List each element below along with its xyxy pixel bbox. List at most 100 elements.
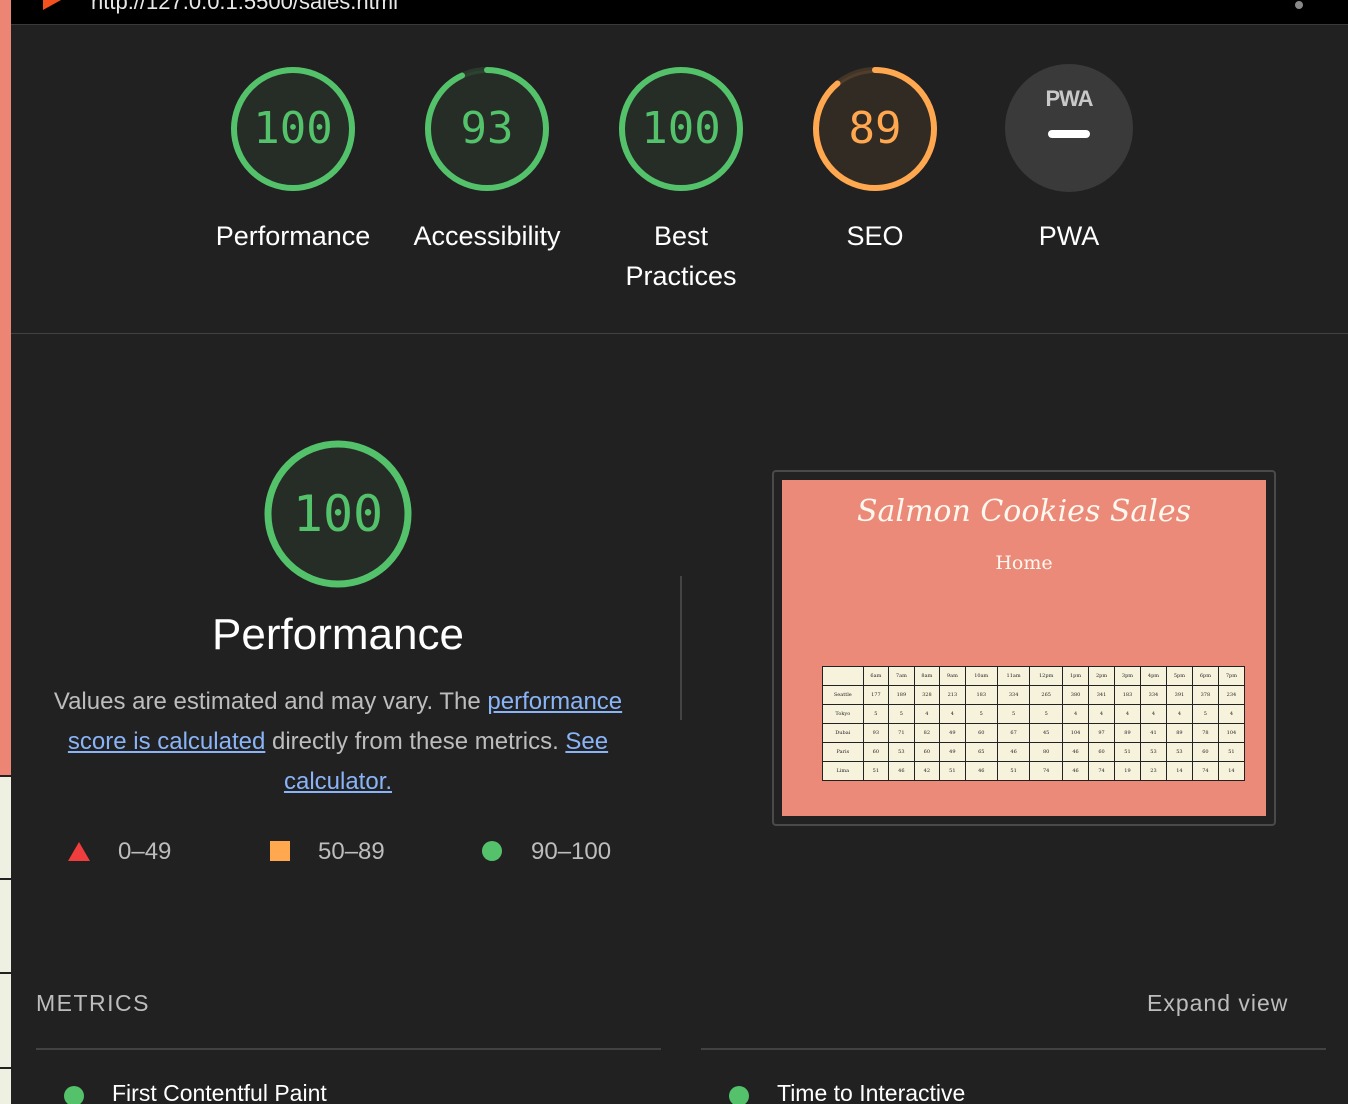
gauge-label: Best Practices	[625, 221, 737, 291]
table-cell: 82	[913, 723, 941, 743]
table-cell: 104	[1062, 723, 1090, 743]
gauge-label: PWA	[1038, 221, 1100, 251]
table-city-cell: Paris	[822, 742, 864, 762]
table-cell: 60	[1191, 742, 1219, 762]
pwa-badge-text: PWA	[1045, 86, 1093, 111]
table-cell: 42	[913, 761, 941, 781]
table-cell: 5	[964, 704, 998, 724]
performance-gauge: 100	[260, 436, 416, 592]
circle-icon	[482, 841, 502, 861]
table-cell: 60	[1088, 742, 1115, 762]
table-cell: 4	[913, 704, 941, 724]
table-cell: 177	[862, 685, 890, 705]
table-cell: 4	[1114, 704, 1141, 724]
table-city-cell: Dubai	[822, 723, 864, 743]
gauge-accessibility[interactable]: 93 Accessibility	[397, 64, 577, 256]
table-cell: 5	[888, 704, 915, 724]
table-cell: 74	[1191, 761, 1219, 781]
table-cell: 78	[1191, 723, 1219, 743]
table-cell: 60	[913, 742, 941, 762]
table-hour-header: 6am	[862, 666, 890, 686]
report-url[interactable]: http://127.0.0.1:5500/sales.html	[91, 0, 398, 15]
underlying-page-rule	[0, 1067, 11, 1069]
category-gauges: 100 Performance 93 Accessibility 100 Bes…	[11, 26, 1348, 334]
table-hour-header: 6pm	[1191, 666, 1219, 686]
gauge-seo[interactable]: 89 SEO	[785, 64, 965, 256]
table-cell: 104	[1217, 723, 1246, 743]
table-cell: 4	[1165, 704, 1193, 724]
table-cell: 53	[888, 742, 915, 762]
pass-circle-icon	[64, 1086, 84, 1104]
table-cell: 46	[996, 742, 1031, 762]
table-cell: 4	[1217, 704, 1246, 724]
screenshot-sales-table: 6am 7am 8am 9am 10am 11am 12pm 1pm 2pm 3pm 4pm 5pm 6…	[822, 666, 1246, 781]
gauge-score: 100	[253, 103, 333, 154]
table-hour-header: 4pm	[1139, 666, 1167, 686]
lighthouse-logo-icon	[43, 0, 61, 10]
gauge-performance[interactable]: 100 Performance	[203, 64, 383, 256]
table-hour-header: 7am	[888, 666, 915, 686]
table-cell: 53	[1139, 742, 1167, 762]
gauge-score: 100	[641, 103, 721, 154]
table-cell: 265	[1029, 685, 1064, 705]
screenshot-title: Salmon Cookies Sales	[856, 494, 1192, 529]
dash-icon	[1048, 130, 1090, 138]
performance-description: Values are estimated and may vary. The p…	[50, 682, 626, 802]
table-cell: 5	[1029, 704, 1064, 724]
table-cell: 183	[1114, 685, 1141, 705]
legend-range: 0–49	[118, 838, 172, 865]
table-hour-header: 8am	[913, 666, 941, 686]
table-cell: 51	[939, 761, 966, 781]
gauge-best-practices[interactable]: 100 Best Practices	[591, 64, 771, 296]
more-options-icon[interactable]	[1295, 1, 1303, 9]
table-cell: 183	[964, 685, 998, 705]
table-city-cell: Tokyo	[822, 704, 864, 724]
table-cell: 5	[996, 704, 1031, 724]
table-cell: 189	[888, 685, 915, 705]
table-city-cell: Lima	[822, 761, 864, 781]
underlying-page-salmon	[0, 0, 11, 775]
triangle-icon	[68, 842, 90, 861]
table-cell: 74	[1088, 761, 1115, 781]
table-cell: 41	[1139, 723, 1167, 743]
legend-range: 50–89	[318, 838, 385, 865]
table-cell: 4	[1088, 704, 1115, 724]
expand-view-toggle[interactable]: Expand view	[1147, 990, 1288, 1017]
gauge-label: Performance	[215, 221, 371, 251]
table-hour-header: 3pm	[1114, 666, 1141, 686]
table-hour-header: 1pm	[1062, 666, 1090, 686]
table-cell: 213	[939, 685, 966, 705]
final-screenshot[interactable]: Salmon Cookies Sales Home 6am 7am 8am 9am 10…	[772, 470, 1276, 826]
underlying-page-rule	[0, 775, 11, 777]
table-cell: 74	[1029, 761, 1064, 781]
table-row: Paris 60 53 60 49 65 46 80 46 60 51 53 53 60 51	[822, 742, 1246, 762]
square-icon	[270, 841, 290, 861]
metric-name: Time to Interactive	[777, 1080, 966, 1104]
table-hour-header: 12pm	[1029, 666, 1064, 686]
table-cell: 391	[1165, 685, 1193, 705]
table-hour-header: 11am	[996, 666, 1031, 686]
table-cell: 14	[1165, 761, 1193, 781]
performance-score: 100	[292, 485, 384, 543]
table-cell: 46	[1062, 761, 1090, 781]
table-cell: 60	[862, 742, 890, 762]
underlying-page-rule	[0, 972, 11, 974]
table-cell: 23	[1139, 761, 1167, 781]
screenshot-page: Salmon Cookies Sales Home 6am 7am 8am 9am 10…	[782, 480, 1266, 816]
table-cell: 89	[1165, 723, 1193, 743]
pwa-badge-icon: PWA	[1005, 64, 1133, 192]
table-cell: 53	[1165, 742, 1193, 762]
table-cell: 45	[1029, 723, 1064, 743]
gauge-score: 93	[460, 103, 514, 154]
table-row: Lima 51 46 42 51 46 51 74 46 74 19 23 14 74 14	[822, 761, 1246, 781]
description-text: Values are estimated and may vary. The	[53, 688, 488, 715]
table-cell: 341	[1088, 685, 1115, 705]
table-cell: 14	[1217, 761, 1246, 781]
table-hour-header: 7pm	[1217, 666, 1246, 686]
table-cell: 67	[996, 723, 1031, 743]
table-cell: 93	[862, 723, 890, 743]
table-corner	[822, 666, 864, 686]
underlying-page-rule	[0, 878, 11, 880]
gauge-label: Accessibility	[413, 221, 561, 251]
gauge-pwa[interactable]: PWA PWA	[979, 64, 1159, 256]
